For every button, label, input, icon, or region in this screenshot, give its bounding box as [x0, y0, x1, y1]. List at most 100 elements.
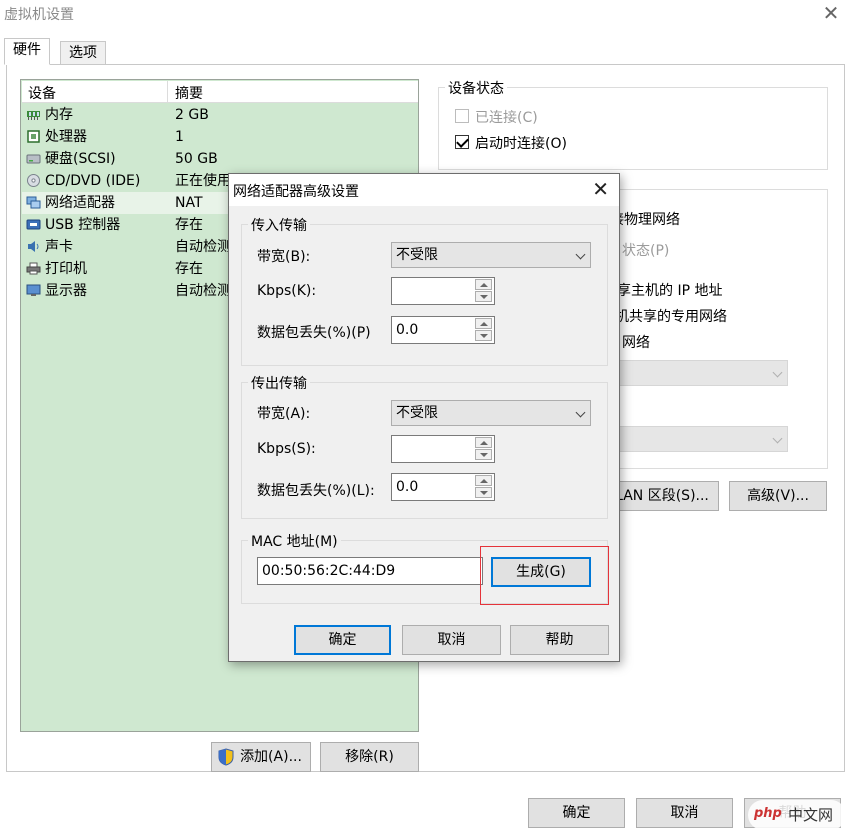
arrow-down-icon [480, 453, 488, 457]
column-divider[interactable] [167, 81, 168, 103]
spin-up-button[interactable] [475, 279, 492, 290]
memory-icon [27, 111, 40, 120]
chevron-down-icon [772, 367, 783, 378]
incoming-loss-value: 0.0 [396, 322, 419, 338]
close-icon[interactable]: ✕ [592, 177, 609, 201]
outgoing-bandwidth-label: 带宽(A): [257, 406, 311, 422]
device-name: 网络适配器 [45, 195, 115, 211]
add-device-button[interactable]: 添加(A)... [211, 742, 311, 772]
spin-down-button[interactable] [475, 449, 492, 460]
network-adapter-icon [26, 196, 41, 209]
device-name: 内存 [45, 107, 73, 123]
column-device[interactable]: 设备 [28, 83, 56, 103]
close-icon[interactable]: ✕ [820, 2, 842, 24]
device-summary: 存在 [175, 261, 203, 277]
arrow-up-icon [480, 479, 488, 483]
highlight-annotation [480, 546, 609, 605]
outgoing-kbps-input[interactable] [391, 435, 495, 463]
arrow-down-icon [480, 334, 488, 338]
incoming-bandwidth-label: 带宽(B): [257, 249, 311, 265]
watermark-php: php [754, 806, 782, 821]
outgoing-kbps-label: Kbps(S): [257, 441, 316, 457]
lan-segment-dropdown[interactable] [610, 426, 788, 452]
usb-icon [26, 219, 41, 230]
spin-up-button[interactable] [475, 318, 492, 329]
mac-address-input[interactable]: 00:50:56:2C:44:D9 [257, 557, 483, 585]
nat-option-label: 享主机的 IP 地址 [617, 283, 723, 299]
replicate-state-label: 状态(P) [622, 243, 670, 259]
arrow-down-icon [480, 295, 488, 299]
incoming-bandwidth-value: 不受限 [396, 247, 438, 263]
spin-up-button[interactable] [475, 475, 492, 486]
device-list-header: 设备 摘要 [22, 81, 418, 103]
tab-hardware[interactable]: 硬件 [4, 38, 50, 65]
device-name: 声卡 [45, 239, 73, 255]
device-summary: NAT [175, 195, 203, 211]
device-name: USB 控制器 [45, 217, 121, 233]
device-summary: 正在使用 [175, 173, 231, 189]
dialog-help-button[interactable]: 帮助 [510, 625, 609, 655]
device-row-memory[interactable]: 内存 2 GB [22, 104, 418, 126]
device-summary: 自动检测 [175, 283, 231, 299]
arrow-up-icon [480, 283, 488, 287]
device-name: 硬盘(SCSI) [45, 151, 116, 167]
lan-segments-button[interactable]: LAN 区段(S)... [605, 481, 719, 511]
outgoing-loss-input[interactable]: 0.0 [391, 473, 495, 501]
spin-up-button[interactable] [475, 437, 492, 448]
incoming-kbps-label: Kbps(K): [257, 283, 317, 299]
custom-network-dropdown[interactable] [610, 360, 788, 386]
device-summary: 50 GB [175, 151, 218, 167]
remove-device-button[interactable]: 移除(R) [320, 742, 419, 772]
cd-dvd-icon [27, 174, 40, 187]
chevron-down-icon [575, 249, 586, 260]
spin-down-button[interactable] [475, 487, 492, 498]
device-summary: 2 GB [175, 107, 209, 123]
device-status-group [438, 87, 828, 170]
processor-icon [27, 130, 40, 143]
incoming-legend: 传入传输 [248, 215, 310, 235]
cancel-button[interactable]: 取消 [636, 798, 733, 828]
dialog-cancel-button[interactable]: 取消 [402, 625, 501, 655]
tab-options[interactable]: 选项 [60, 41, 106, 65]
arrow-up-icon [480, 322, 488, 326]
dialog-titlebar: 网络适配器高级设置 ✕ [229, 174, 619, 206]
shield-icon [218, 748, 234, 766]
spin-down-button[interactable] [475, 291, 492, 302]
hard-disk-icon [26, 154, 41, 164]
device-name: 处理器 [45, 129, 87, 145]
dialog-title: 网络适配器高级设置 [233, 184, 359, 200]
spin-down-button[interactable] [475, 330, 492, 341]
add-device-label: 添加(A)... [240, 749, 302, 765]
incoming-loss-input[interactable]: 0.0 [391, 316, 495, 344]
dialog-ok-button[interactable]: 确定 [294, 625, 391, 655]
arrow-down-icon [480, 491, 488, 495]
device-row-hard-disk[interactable]: 硬盘(SCSI) 50 GB [22, 148, 418, 170]
custom-option-label: 网络 [622, 335, 650, 351]
mac-legend: MAC 地址(M) [248, 531, 341, 551]
outgoing-bandwidth-value: 不受限 [396, 405, 438, 421]
connected-checkbox[interactable] [455, 109, 469, 123]
device-summary: 存在 [175, 217, 203, 233]
incoming-kbps-input[interactable] [391, 277, 495, 305]
arrow-up-icon [480, 441, 488, 445]
watermark-cn: 中文网 [788, 806, 834, 824]
incoming-loss-label: 数据包丢失(%)(P) [257, 325, 371, 341]
outgoing-legend: 传出传输 [248, 373, 310, 393]
device-row-processor[interactable]: 处理器 1 [22, 126, 418, 148]
chevron-down-icon [575, 407, 586, 418]
incoming-bandwidth-dropdown[interactable]: 不受限 [391, 242, 591, 268]
connect-on-start-checkbox[interactable] [455, 135, 469, 149]
chevron-down-icon [772, 433, 783, 444]
column-summary[interactable]: 摘要 [175, 83, 203, 103]
printer-icon [26, 262, 41, 275]
connected-label: 已连接(C) [475, 110, 538, 126]
device-name: CD/DVD (IDE) [45, 173, 141, 189]
window-title: 虚拟机设置 [4, 7, 74, 23]
outgoing-loss-value: 0.0 [396, 479, 419, 495]
outgoing-bandwidth-dropdown[interactable]: 不受限 [391, 400, 591, 426]
bridged-option-label: 接物理网络 [610, 212, 680, 228]
ok-button[interactable]: 确定 [528, 798, 625, 828]
watermark: php 中文网 [748, 800, 846, 830]
advanced-button[interactable]: 高级(V)... [729, 481, 827, 511]
outgoing-loss-label: 数据包丢失(%)(L): [257, 483, 375, 499]
